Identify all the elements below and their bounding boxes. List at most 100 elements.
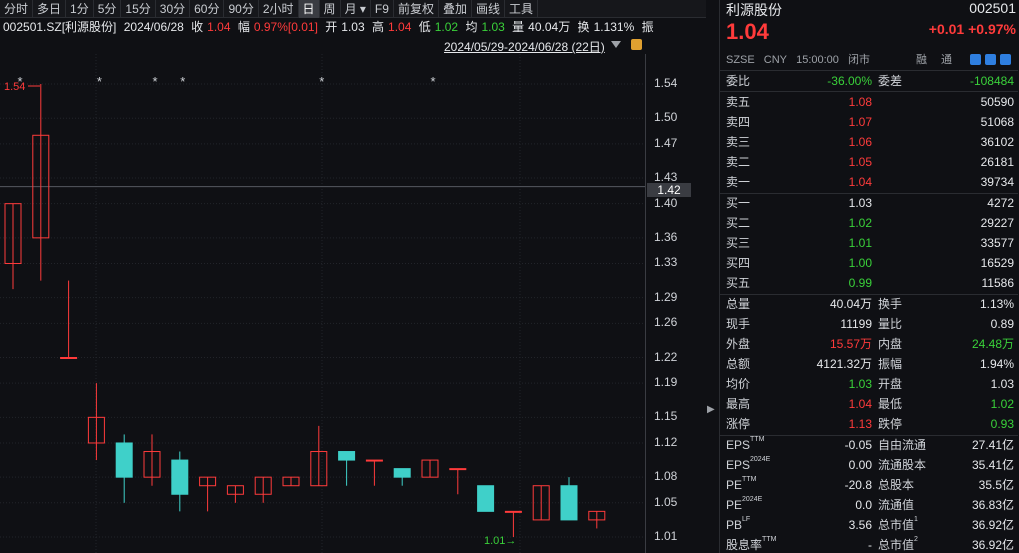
fund-label: PBLF [726, 515, 750, 535]
candle-body [171, 459, 189, 495]
ask-label: 卖一 [726, 175, 751, 189]
amp-label: 幅 [237, 20, 250, 34]
period-tab-0[interactable]: 分时 [0, 0, 34, 18]
fund-label: EPSTTM [726, 435, 764, 455]
stat-value: 4121.32万 [816, 357, 872, 371]
fund-value: 27.41亿 [971, 438, 1014, 452]
stat-value: 1.03 [990, 377, 1014, 391]
ask-row: 卖一 1.04 39734 [720, 172, 1018, 192]
date-range-selector[interactable]: 2024/05/29-2024/06/28 (22日) [444, 38, 605, 55]
margin-label: 融 [916, 54, 927, 66]
period-tab-12[interactable]: F9 [371, 0, 394, 18]
amp-value: 0.97%[0.01] [253, 20, 318, 34]
period-tab-2[interactable]: 1分 [66, 0, 94, 18]
period-tab-10[interactable]: 周 [320, 0, 341, 18]
bid-volume: 4272 [987, 196, 1014, 210]
candlestick-chart[interactable]: * * * * * *1.541.01→ [0, 54, 645, 553]
chevron-down-icon[interactable] [611, 41, 621, 48]
fund-label: PE2024E [726, 495, 762, 515]
bid-price: 1.02 [848, 216, 872, 230]
quote-time: 15:00:00 [796, 54, 839, 66]
candle-body [115, 442, 133, 478]
fund-label: PETTM [726, 475, 756, 495]
ask-label: 卖五 [726, 95, 751, 109]
fund-label-sup: LF [742, 516, 751, 523]
chevron-right-icon[interactable]: ▶ [707, 404, 715, 415]
event-marker: * [319, 74, 324, 89]
event-marker: * [180, 74, 185, 89]
fund-label-text: EPS [726, 458, 751, 472]
currency: CNY [763, 54, 788, 66]
ask-price: 1.05 [848, 155, 872, 169]
period-tab-7[interactable]: 90分 [224, 0, 259, 18]
candle-body [60, 357, 78, 360]
fund-value: 36.92亿 [971, 518, 1014, 532]
stat-value: 15.57万 [829, 337, 872, 351]
bookmark-icon[interactable] [1000, 53, 1011, 65]
period-tab-13[interactable]: 前复权 [394, 0, 439, 18]
ask-volume: 36102 [980, 135, 1014, 149]
stat-label: 量比 [878, 317, 903, 331]
y-tick-label: 1.47 [654, 135, 678, 150]
low-label: 低 [418, 20, 431, 34]
bar-date: 2024/06/28 [123, 20, 184, 34]
period-tab-5[interactable]: 30分 [156, 0, 191, 18]
diff-value: -108484 [969, 74, 1014, 88]
fund-label: 流通值 [878, 495, 914, 515]
fund-label: 总市值2 [878, 535, 918, 553]
period-tab-8[interactable]: 2小时 [259, 0, 299, 18]
period-tab-9[interactable]: 日 [298, 0, 320, 18]
market: SZSE [726, 54, 755, 66]
bid-label: 买一 [726, 196, 751, 210]
bid-volume: 33577 [980, 236, 1014, 250]
period-tab-16[interactable]: 工具 [505, 0, 538, 18]
fundamental-row: 股息率TTM - 总市值2 36.92亿 [720, 535, 1018, 553]
stat-row: 涨停 1.13 跌停 0.93 [720, 414, 1018, 434]
fund-label-text: 流通股本 [878, 458, 927, 472]
ask-label: 卖三 [726, 135, 751, 149]
fund-label-sup: TTM [762, 536, 777, 543]
stat-row: 总量 40.04万 换手 1.13% [720, 294, 1018, 314]
period-tab-1[interactable]: 多日 [33, 0, 67, 18]
edit-icon[interactable] [970, 53, 981, 65]
period-toolbar: 分时 多日 1分 5分 15分 30分 60分 90分 2小时日周月 ▾ F9 前复权 叠加 画线 工具 [0, 0, 706, 18]
period-tab-14[interactable]: 叠加 [439, 0, 472, 18]
candle-body [477, 485, 495, 512]
stat-row: 外盘 15.57万 内盘 24.48万 [720, 334, 1018, 354]
ask-row: 卖四 1.07 51068 [720, 112, 1018, 132]
fundamental-row: PETTM -20.8 总股本 35.5亿 [720, 475, 1018, 495]
stat-value: 1.94% [979, 357, 1014, 371]
fund-value: 36.83亿 [971, 498, 1014, 512]
open-value: 1.03 [341, 20, 365, 34]
quote-tools: 融 通 [916, 51, 1011, 67]
avg-label: 均 [465, 20, 478, 34]
period-tab-15[interactable]: 画线 [472, 0, 505, 18]
turn-label: 换 [577, 20, 590, 34]
max-price-label: 1.54 [4, 81, 25, 93]
ask-row: 卖二 1.05 26181 [720, 152, 1018, 172]
bell-icon[interactable] [985, 53, 996, 65]
bid-label: 买三 [726, 236, 751, 250]
period-tab-11[interactable]: 月 ▾ [341, 0, 371, 18]
bid-price: 1.00 [848, 256, 872, 270]
period-tab-3[interactable]: 5分 [94, 0, 122, 18]
stat-value: 1.02 [990, 397, 1014, 411]
period-tab-6[interactable]: 60分 [190, 0, 225, 18]
turn-value: 1.131% [593, 20, 635, 34]
vol-value: 40.04万 [528, 20, 571, 34]
fund-label-sup: TTM [750, 436, 765, 443]
fund-value: - [868, 538, 872, 552]
fund-label-text: 股息率 [726, 538, 763, 552]
y-tick-label: 1.50 [654, 110, 678, 125]
period-tab-4[interactable]: 15分 [121, 0, 156, 18]
event-marker: * [152, 74, 157, 89]
stat-value: 1.13% [979, 297, 1014, 311]
stat-label: 换手 [878, 297, 903, 311]
lock-icon[interactable] [631, 39, 642, 50]
fund-label-sup: 2 [914, 536, 918, 543]
close-value: 1.04 [207, 20, 231, 34]
market-info: SZSE CNY 15:00:00 闭市 [726, 51, 876, 67]
quote-panel: 利源股份 002501 1.04 +0.01 +0.97% SZSE CNY 1… [719, 0, 1019, 553]
low-value: 1.02 [434, 20, 459, 34]
y-tick-label: 1.22 [654, 349, 678, 364]
